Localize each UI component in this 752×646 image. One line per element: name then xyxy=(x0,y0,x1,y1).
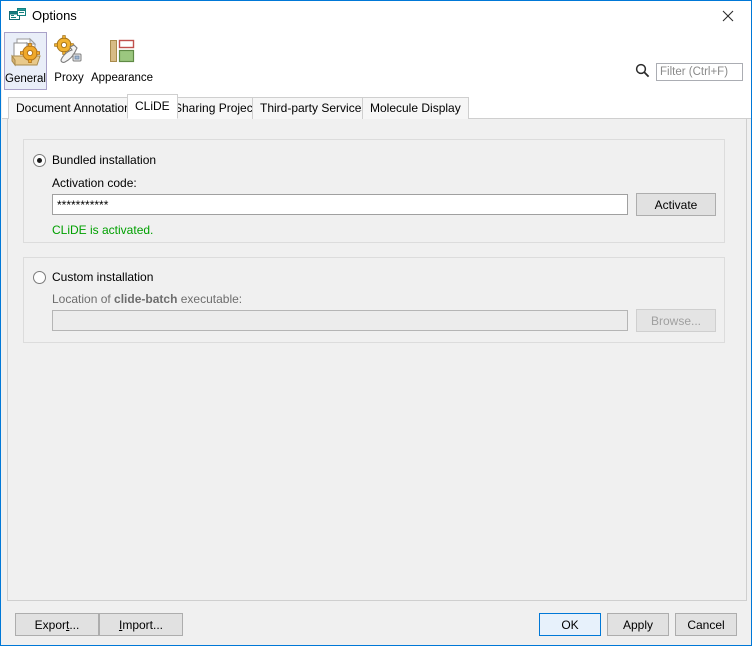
bundled-installation-radio-row[interactable]: Bundled installation xyxy=(33,153,156,167)
toolbar-item-general[interactable]: General xyxy=(4,32,47,90)
tab-document-annotation[interactable]: Document Annotation xyxy=(8,97,139,119)
bundled-installation-label: Bundled installation xyxy=(52,153,156,167)
ok-button[interactable]: OK xyxy=(539,613,601,636)
location-label-prefix: Location of xyxy=(52,292,114,306)
filter-input[interactable] xyxy=(656,63,743,81)
bundled-installation-radio[interactable] xyxy=(33,154,46,167)
custom-installation-radio[interactable] xyxy=(33,271,46,284)
import-button[interactable]: Import... xyxy=(99,613,183,636)
location-label-suffix: executable: xyxy=(177,292,242,306)
options-windows-icon xyxy=(9,8,26,23)
tab-clide[interactable]: CLiDE xyxy=(127,94,178,119)
filter-search-area xyxy=(635,63,743,81)
title-bar: Options xyxy=(1,1,751,30)
clide-settings-panel: Bundled installation Activation code: Ac… xyxy=(7,119,747,601)
close-icon xyxy=(722,10,734,22)
toolbar-item-label: General xyxy=(5,72,46,86)
activate-button[interactable]: Activate xyxy=(636,193,716,216)
clide-batch-location-label: Location of clide-batch executable: xyxy=(52,292,242,306)
toolbar-item-label: Appearance xyxy=(91,71,153,85)
toolbar-item-appearance[interactable]: Appearance xyxy=(89,32,155,90)
dialog-footer: Export... Import... OK Apply Cancel xyxy=(2,602,751,646)
clide-batch-path-input[interactable] xyxy=(52,310,628,331)
export-button-label-part2: ... xyxy=(69,618,79,632)
close-button[interactable] xyxy=(705,1,751,30)
window-title: Options xyxy=(32,7,77,24)
tab-molecule-display[interactable]: Molecule Display xyxy=(362,97,469,119)
export-button-label-part1: Expor xyxy=(35,618,66,632)
browse-button[interactable]: Browse... xyxy=(636,309,716,332)
toolbar-item-proxy[interactable]: Proxy xyxy=(50,32,88,90)
activation-status-text: CLiDE is activated. xyxy=(52,223,153,237)
tab-third-party-services[interactable]: Third-party Services xyxy=(252,97,375,119)
custom-installation-group: Custom installation Location of clide-ba… xyxy=(23,257,725,343)
custom-installation-radio-row[interactable]: Custom installation xyxy=(33,270,153,284)
location-label-executable-name: clide-batch xyxy=(114,292,177,306)
import-button-label-part2: mport... xyxy=(122,618,163,632)
options-dialog: Options xyxy=(0,0,752,646)
activation-code-label: Activation code: xyxy=(52,176,137,190)
proxy-gear-wrench-icon xyxy=(53,35,85,67)
search-icon xyxy=(635,63,650,81)
activation-code-input[interactable] xyxy=(52,194,628,215)
toolbar-item-label: Proxy xyxy=(54,71,83,85)
bundled-installation-group: Bundled installation Activation code: Ac… xyxy=(23,139,725,243)
options-toolbar: General xyxy=(2,30,751,93)
cancel-button[interactable]: Cancel xyxy=(675,613,737,636)
appearance-layout-icon xyxy=(106,35,138,67)
tab-bar: Document Annotation CLiDE Sharing Projec… xyxy=(2,93,751,119)
apply-button[interactable]: Apply xyxy=(607,613,669,636)
general-folder-gear-icon xyxy=(10,36,42,68)
custom-installation-label: Custom installation xyxy=(52,270,153,284)
export-button[interactable]: Export... xyxy=(15,613,99,636)
